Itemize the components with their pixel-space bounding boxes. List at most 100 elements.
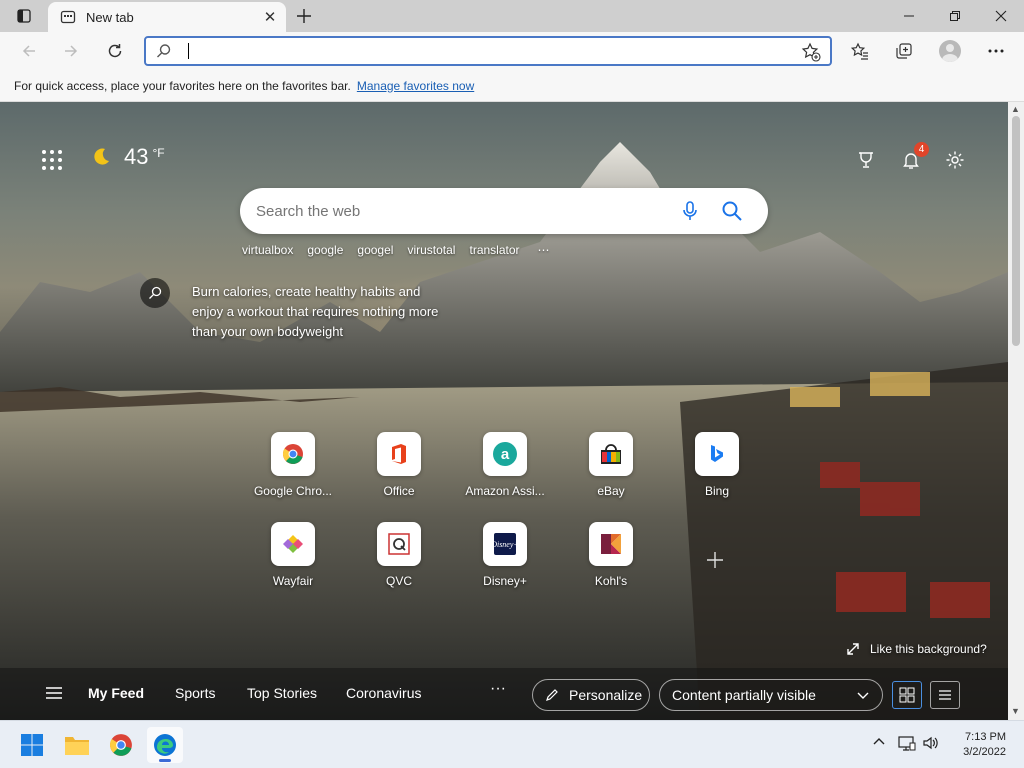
add-favorite-button[interactable] — [800, 41, 822, 63]
quick-link-google-chrome[interactable]: Google Chro... — [245, 432, 341, 498]
disney-icon: Disney+ — [483, 522, 527, 566]
profile-button[interactable] — [934, 36, 966, 66]
quick-link-ebay[interactable]: eBay — [563, 432, 659, 498]
add-quick-link-button[interactable] — [693, 538, 737, 582]
taskbar: 7:13 PM 3/2/2022 — [0, 720, 1024, 768]
refresh-button[interactable] — [100, 36, 130, 66]
tab-new-tab[interactable]: New tab ✕ — [48, 2, 286, 32]
address-bar[interactable] — [144, 36, 832, 66]
new-tab-button[interactable] — [290, 3, 318, 29]
chrome-icon — [110, 734, 132, 756]
suggestion-item[interactable]: translator — [469, 243, 519, 257]
page-settings-button[interactable] — [941, 146, 969, 174]
suggestion-item[interactable]: virtualbox — [242, 243, 293, 257]
start-button[interactable] — [14, 727, 50, 763]
web-search-input[interactable] — [256, 202, 674, 220]
quick-link-office[interactable]: Office — [351, 432, 447, 498]
promo-text: Burn calories, create healthy habits and… — [192, 284, 439, 339]
tab-sports[interactable]: Sports — [175, 685, 215, 701]
gear-icon — [946, 151, 964, 169]
pencil-icon — [546, 689, 558, 701]
restore-button[interactable] — [932, 0, 978, 32]
rewards-button[interactable] — [852, 146, 880, 174]
forward-button[interactable] — [56, 36, 86, 66]
collections-button[interactable] — [888, 36, 920, 66]
tab-title: New tab — [86, 9, 134, 25]
tab-coronavirus[interactable]: Coronavirus — [346, 685, 421, 701]
grid-view-button[interactable] — [892, 681, 922, 709]
tab-top-stories[interactable]: Top Stories — [247, 685, 317, 701]
grid-view-icon — [899, 687, 915, 703]
tab-close-icon[interactable]: ✕ — [258, 5, 282, 29]
tab-my-feed[interactable]: My Feed — [88, 685, 144, 701]
arrow-right-icon — [65, 45, 78, 57]
page-scrollbar[interactable]: ▲ ▼ — [1008, 102, 1024, 720]
arrow-left-icon — [22, 45, 35, 57]
edge-taskbar-button[interactable] — [147, 727, 183, 763]
clock[interactable]: 7:13 PM 3/2/2022 — [963, 730, 1006, 760]
list-view-button[interactable] — [930, 681, 960, 709]
clock-date: 3/2/2022 — [963, 746, 1006, 758]
quick-link-qvc[interactable]: QVC — [351, 522, 447, 588]
scroll-down-arrow-icon[interactable]: ▼ — [1011, 706, 1020, 716]
new-tab-page: 43 °F 4 virtualbox google googel virusto… — [0, 102, 1008, 720]
file-explorer-button[interactable] — [59, 727, 95, 763]
close-window-button[interactable] — [978, 0, 1024, 32]
suggestions-more-button[interactable]: ⋯ — [538, 243, 550, 257]
quick-link-label: Google Chro... — [253, 484, 333, 498]
show-hidden-icons-button[interactable] — [872, 735, 886, 752]
quick-link-label: Wayfair — [272, 574, 314, 588]
quick-link-wayfair[interactable]: Wayfair — [245, 522, 341, 588]
quick-link-amazon-assistant[interactable]: a Amazon Assi... — [457, 432, 553, 498]
quick-link-label: Kohl's — [594, 574, 628, 588]
settings-more-button[interactable] — [980, 36, 1012, 66]
suggestion-item[interactable]: googel — [357, 243, 393, 257]
chevron-down-icon — [857, 692, 869, 699]
back-button[interactable] — [14, 36, 44, 66]
quick-link-kohls[interactable]: Kohl's — [563, 522, 659, 588]
quick-link-label: Office — [383, 484, 415, 498]
suggestion-item[interactable]: virustotal — [407, 243, 455, 257]
content-visibility-dropdown[interactable]: Content partially visible — [659, 679, 883, 711]
chrome-taskbar-button[interactable] — [103, 727, 139, 763]
grid-dots-icon — [42, 150, 62, 170]
quick-link-disney-plus[interactable]: Disney+ Disney+ — [457, 522, 553, 588]
volume-button[interactable] — [922, 735, 940, 754]
search-submit-icon[interactable] — [716, 195, 748, 227]
notifications-button[interactable]: 4 — [897, 142, 929, 174]
network-button[interactable] — [898, 735, 916, 754]
apps-launcher-button[interactable] — [40, 148, 64, 172]
manage-favorites-link[interactable]: Manage favorites now — [357, 79, 474, 93]
web-search-box[interactable] — [240, 188, 768, 234]
close-icon — [995, 10, 1007, 22]
svg-text:Disney+: Disney+ — [493, 540, 517, 549]
feed-menu-button[interactable] — [44, 683, 64, 703]
like-background-label: Like this background? — [870, 642, 987, 656]
content-visibility-value: Content partially visible — [672, 687, 816, 703]
chrome-icon — [271, 432, 315, 476]
feed-more-button[interactable]: ··· — [490, 680, 506, 698]
favorites-button[interactable] — [844, 36, 876, 66]
scroll-up-arrow-icon[interactable]: ▲ — [1011, 104, 1020, 114]
quick-link-label: Amazon Assi... — [465, 484, 545, 498]
microphone-icon[interactable] — [674, 195, 706, 227]
weather-widget[interactable]: 43 °F — [90, 144, 165, 170]
promo-suggestion[interactable]: Burn calories, create healthy habits and… — [140, 278, 442, 342]
tab-actions-button[interactable] — [8, 4, 40, 28]
clock-time: 7:13 PM — [965, 731, 1006, 743]
personalize-button[interactable]: Personalize — [532, 679, 650, 711]
like-background-button[interactable]: Like this background? — [846, 642, 987, 656]
text-caret — [188, 43, 189, 59]
minimize-button[interactable] — [886, 0, 932, 32]
suggestion-item[interactable]: google — [307, 243, 343, 257]
more-horizontal-icon — [988, 49, 1004, 53]
notification-count-badge: 4 — [914, 142, 929, 157]
star-add-icon — [801, 42, 821, 62]
quick-links: Google Chro... Office a Amazon Assi... e… — [245, 432, 775, 602]
edge-icon — [154, 734, 176, 756]
speaker-icon — [923, 736, 938, 750]
quick-link-label: Bing — [704, 484, 730, 498]
scrollbar-thumb[interactable] — [1012, 116, 1020, 346]
new-tab-page-icon — [60, 9, 76, 25]
quick-link-bing[interactable]: Bing — [669, 432, 765, 498]
